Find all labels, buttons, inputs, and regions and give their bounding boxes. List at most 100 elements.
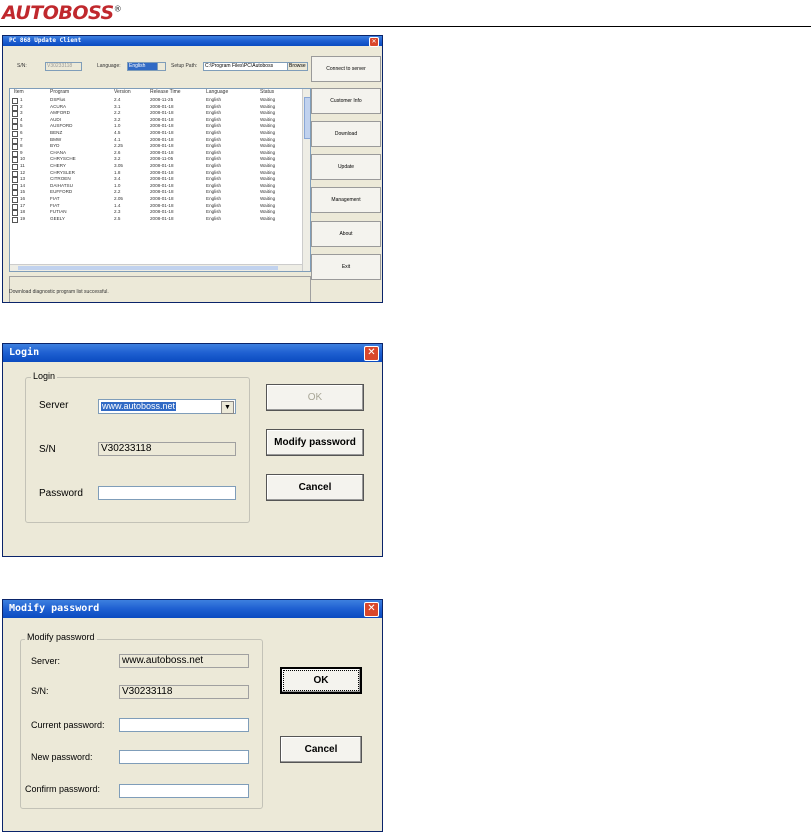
table-row[interactable]: 17 FIAT 1.4 2008-01-18 English Waiting xyxy=(10,203,302,210)
table-cell: EUFFORD xyxy=(50,189,73,195)
table-cell: English xyxy=(206,123,222,129)
cancel-button[interactable]: Cancel xyxy=(266,474,364,501)
table-cell: BYD xyxy=(50,143,60,149)
scroll-thumb[interactable] xyxy=(304,97,310,139)
table-row[interactable]: 10 CHRYSCHE 3.2 2008-11-05 English Waiting xyxy=(10,156,302,164)
table-row[interactable]: 3 AMFORD 2.2 2008-01-18 English Waiting xyxy=(10,110,302,118)
language-select[interactable]: English xyxy=(127,62,158,71)
password-label: Password xyxy=(39,488,83,499)
table-cell: 3.1 xyxy=(114,103,121,109)
table-row[interactable]: 11 CHERY 3.05 2008-01-18 English Waiting xyxy=(10,163,302,170)
table-cell: 3.2 xyxy=(114,156,121,162)
chevron-down-icon[interactable] xyxy=(157,62,166,71)
table-vertical-scrollbar[interactable] xyxy=(302,89,310,271)
table-cell: Waiting xyxy=(260,196,276,201)
download-button[interactable]: Download xyxy=(311,121,381,147)
ok-button[interactable]: OK xyxy=(266,384,364,411)
table-cell: 2.25 xyxy=(114,143,123,149)
table-cell: GEELY xyxy=(50,215,65,221)
chevron-down-icon[interactable]: ▼ xyxy=(221,401,234,414)
table-row[interactable]: 6 BENZ 4.5 2008-01-18 English Waiting xyxy=(10,130,302,137)
table-row[interactable]: 14 DAIHATSU 1.0 2008-01-18 English Waiting xyxy=(10,183,302,190)
table-cell: BMW xyxy=(50,136,62,142)
table-row[interactable]: 16 FIAT 2.05 2008-01-18 English Waiting xyxy=(10,196,302,203)
table-cell: 2.2 xyxy=(114,189,121,195)
current-password-input[interactable] xyxy=(119,718,249,732)
password-input[interactable] xyxy=(98,486,236,500)
table-cell: 13 xyxy=(20,176,26,182)
table-cell: 8 xyxy=(20,143,23,149)
table-cell: Waiting xyxy=(260,182,276,188)
table-row[interactable]: 2 ACURA 3.1 2008-01-18 English Waiting xyxy=(10,104,302,111)
column-header[interactable]: Version xyxy=(114,89,131,95)
table-row[interactable]: 1 DSPlus 2.4 2008-11-25 English Waiting xyxy=(10,97,302,104)
cancel-button[interactable]: Cancel xyxy=(280,736,362,763)
table-cell: 14 xyxy=(20,182,26,188)
table-cell: English xyxy=(206,196,222,201)
table-cell: Waiting xyxy=(260,202,276,208)
table-row[interactable]: 7 BMW 4.1 2008-01-18 English Waiting xyxy=(10,137,302,144)
connect-to-server-button[interactable]: Connect to server xyxy=(311,56,381,82)
close-icon[interactable]: ✕ xyxy=(364,602,379,617)
update-button[interactable]: Update xyxy=(311,154,381,180)
setup-path-input[interactable]: C:\Program Files\PC\Autoboss xyxy=(203,62,288,71)
table-row[interactable]: 8 BYD 2.25 2008-01-18 English Waiting xyxy=(10,143,302,151)
table-cell: Waiting xyxy=(260,130,276,135)
exit-button[interactable]: Exit xyxy=(311,254,381,280)
table-row[interactable]: 19 GEELY 2.5 2008-01-18 English Waiting xyxy=(10,216,302,223)
table-row[interactable]: 4 AUDI 3.2 2008-01-18 English Waiting xyxy=(10,117,302,124)
ok-button[interactable]: OK xyxy=(280,667,362,694)
column-header[interactable]: Release Time xyxy=(150,89,181,95)
close-icon[interactable]: ✕ xyxy=(364,346,379,361)
new-password-input[interactable] xyxy=(119,750,249,764)
table-row[interactable]: 18 FUTIAN 2.3 2008-01-18 English Waiting xyxy=(10,209,302,217)
table-row[interactable]: 12 CHRYSLER 1.8 2008-01-18 English Waiting xyxy=(10,170,302,177)
table-cell: 2.2 xyxy=(114,110,121,116)
table-cell: FUTIAN xyxy=(50,209,67,215)
close-icon[interactable]: ✕ xyxy=(369,37,379,47)
browse-button[interactable]: Browse xyxy=(287,62,308,71)
table-cell: 3.2 xyxy=(114,116,121,122)
table-cell: English xyxy=(206,169,222,175)
sn-field: V30233118 xyxy=(119,685,249,699)
table-cell: 2008-01-18 xyxy=(150,103,174,109)
table-cell: 3.4 xyxy=(114,176,121,182)
table-cell: Waiting xyxy=(260,103,276,109)
server-combobox[interactable]: www.autoboss.net ▼ xyxy=(98,399,236,414)
login-window: Login ✕ Login Server www.autoboss.net ▼ … xyxy=(2,343,383,557)
header-divider xyxy=(0,26,811,27)
about-button[interactable]: About xyxy=(311,221,381,247)
table-cell: 4.5 xyxy=(114,130,121,135)
table-cell: AUDI xyxy=(50,116,61,122)
column-header[interactable]: Status xyxy=(260,89,274,95)
table-cell: CHERY xyxy=(50,163,66,168)
table-cell: Waiting xyxy=(260,97,276,102)
table-cell: 2008-01-18 xyxy=(150,209,174,215)
table-cell: English xyxy=(206,116,222,122)
table-row[interactable]: 5 AUSFORD 1.0 2008-01-18 English Waiting xyxy=(10,123,302,131)
modify-password-button[interactable]: Modify password xyxy=(266,429,364,456)
update-window-titlebar[interactable]: PC 868 Update Client xyxy=(3,36,382,46)
table-row[interactable]: 9 CHANA 2.6 2008-01-18 English Waiting xyxy=(10,150,302,157)
modify-window-titlebar[interactable]: Modify password xyxy=(3,600,382,618)
column-header[interactable]: Language xyxy=(206,89,228,95)
table-row[interactable]: 13 CITROEN 3.4 2008-01-18 English Waiting xyxy=(10,176,302,184)
table-horizontal-scrollbar[interactable] xyxy=(10,264,302,271)
row-checkbox[interactable] xyxy=(12,216,18,223)
table-row[interactable]: 15 EUFFORD 2.2 2008-01-18 English Waiting xyxy=(10,189,302,197)
customer-info-button[interactable]: Customer Info xyxy=(311,88,381,114)
server-label: Server xyxy=(39,400,69,411)
login-window-titlebar[interactable]: Login xyxy=(3,344,382,362)
column-header[interactable]: Item xyxy=(14,89,24,95)
scroll-thumb[interactable] xyxy=(18,266,278,270)
table-cell: CHANA xyxy=(50,149,67,155)
table-cell: CITROEN xyxy=(50,176,71,182)
table-cell: Waiting xyxy=(260,209,276,215)
confirm-password-input[interactable] xyxy=(119,784,249,798)
column-header[interactable]: Program xyxy=(50,89,69,95)
table-cell: 2008-01-18 xyxy=(150,143,174,149)
server-label: Server: xyxy=(31,656,61,666)
management-button[interactable]: Management xyxy=(311,187,381,213)
table-cell: 1.0 xyxy=(114,182,121,188)
table-cell: 1 xyxy=(20,97,23,102)
